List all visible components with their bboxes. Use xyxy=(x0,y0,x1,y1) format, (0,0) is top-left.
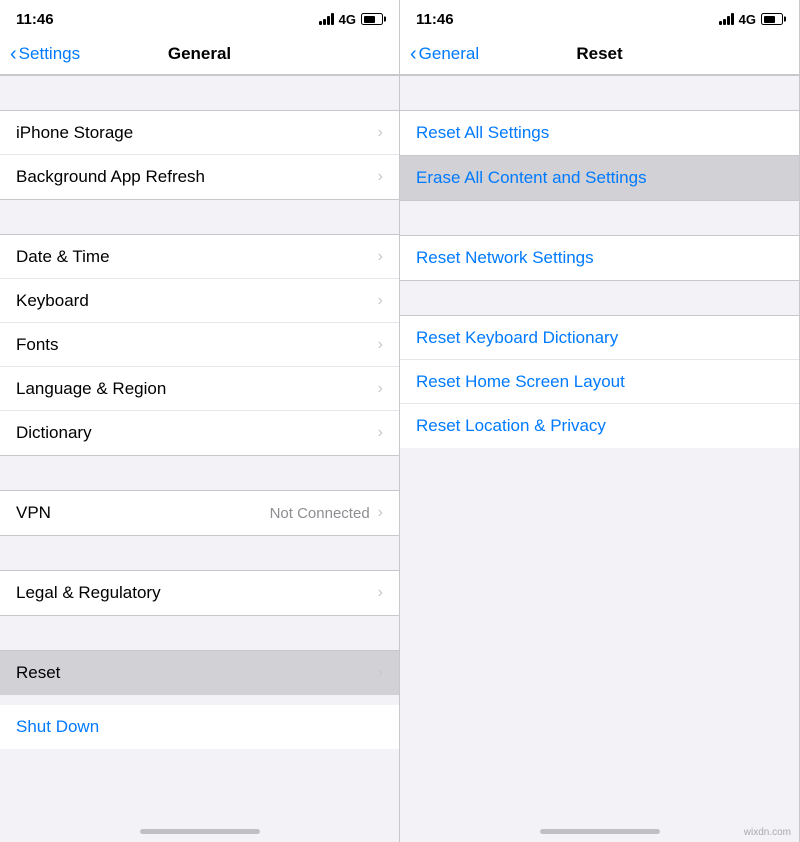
list-item-reset[interactable]: Reset › xyxy=(0,651,399,695)
reset-group-1: Reset All Settings xyxy=(400,111,799,155)
chevron-icon: › xyxy=(378,336,383,354)
home-indicator-right xyxy=(540,829,660,834)
shutdown-button[interactable]: Shut Down xyxy=(0,705,399,749)
reset-item-label: Reset All Settings xyxy=(416,123,549,143)
item-label: Language & Region xyxy=(16,379,166,399)
chevron-icon: › xyxy=(378,248,383,266)
list-item-vpn[interactable]: VPN Not Connected › xyxy=(0,491,399,535)
home-indicator-left xyxy=(140,829,260,834)
network-label-left: 4G xyxy=(339,12,356,27)
signal-icon-right xyxy=(719,13,734,25)
battery-icon-left xyxy=(361,13,383,25)
watermark: wixdn.com xyxy=(744,827,791,838)
chevron-icon: › xyxy=(378,380,383,398)
back-label-right: General xyxy=(419,44,479,64)
chevron-icon: › xyxy=(378,504,383,522)
item-label: Legal & Regulatory xyxy=(16,583,161,603)
back-button-right[interactable]: ‹ General xyxy=(410,44,479,64)
status-icons-left: 4G xyxy=(319,12,383,27)
page-title-left: General xyxy=(168,44,231,64)
reset-network-settings-button[interactable]: Reset Network Settings xyxy=(400,236,799,280)
item-label: Date & Time xyxy=(16,247,110,267)
chevron-icon: › xyxy=(378,124,383,142)
left-panel: 11:46 4G ‹ Settings General iPhone Stora… xyxy=(0,0,400,842)
list-group-reset: Reset › xyxy=(0,651,399,695)
list-group-4-left: Legal & Regulatory › xyxy=(0,571,399,615)
right-panel: 11:46 4G ‹ General Reset Reset All Setti… xyxy=(400,0,800,842)
nav-bar-left: ‹ Settings General xyxy=(0,36,399,75)
separator-2-left xyxy=(0,199,399,235)
list-item[interactable]: Date & Time › xyxy=(0,235,399,279)
back-button-left[interactable]: ‹ Settings xyxy=(10,44,80,64)
reset-location-privacy-button[interactable]: Reset Location & Privacy xyxy=(400,404,799,448)
separator-6-left xyxy=(0,695,399,705)
item-label: Dictionary xyxy=(16,423,92,443)
list-item-dictionary[interactable]: Dictionary › xyxy=(0,411,399,455)
chevron-icon: › xyxy=(378,424,383,442)
separator-top-left xyxy=(0,75,399,111)
list-group-1-left: iPhone Storage › Background App Refresh … xyxy=(0,111,399,199)
list-group-2-left: Date & Time › Keyboard › Fonts › Languag… xyxy=(0,235,399,455)
list-group-3-left: VPN Not Connected › xyxy=(0,491,399,535)
time-right: 11:46 xyxy=(416,11,454,28)
item-right: Not Connected › xyxy=(270,504,383,522)
item-label: Reset xyxy=(16,663,60,683)
nav-bar-right: ‹ General Reset xyxy=(400,36,799,75)
status-bar-left: 11:46 4G xyxy=(0,0,399,36)
list-item[interactable]: Keyboard › xyxy=(0,279,399,323)
network-label-right: 4G xyxy=(739,12,756,27)
reset-group-3: Reset Network Settings xyxy=(400,236,799,280)
reset-item-label: Reset Keyboard Dictionary xyxy=(416,328,618,348)
list-item-legal[interactable]: Legal & Regulatory › xyxy=(0,571,399,615)
item-label: Fonts xyxy=(16,335,59,355)
item-label: Background App Refresh xyxy=(16,167,205,187)
shutdown-label: Shut Down xyxy=(16,717,99,737)
item-right: › xyxy=(378,124,383,142)
reset-keyboard-dictionary-button[interactable]: Reset Keyboard Dictionary xyxy=(400,316,799,360)
chevron-icon: › xyxy=(378,664,383,682)
item-label: Keyboard xyxy=(16,291,89,311)
list-item[interactable]: Language & Region › xyxy=(0,367,399,411)
chevron-icon: › xyxy=(378,292,383,310)
list-item[interactable]: iPhone Storage › xyxy=(0,111,399,155)
back-label-left: Settings xyxy=(19,44,80,64)
battery-icon-right xyxy=(761,13,783,25)
separator-2-right xyxy=(400,200,799,236)
item-label: iPhone Storage xyxy=(16,123,133,143)
signal-icon-left xyxy=(319,13,334,25)
reset-item-label: Reset Location & Privacy xyxy=(416,416,606,436)
item-label: VPN xyxy=(16,503,51,523)
time-left: 11:46 xyxy=(16,11,54,28)
page-title-right: Reset xyxy=(576,44,622,64)
list-group-shutdown: Shut Down xyxy=(0,705,399,749)
reset-item-label: Reset Home Screen Layout xyxy=(416,372,625,392)
erase-all-content-button[interactable]: Erase All Content and Settings xyxy=(400,156,799,200)
status-bar-right: 11:46 4G xyxy=(400,0,799,36)
item-value: Not Connected xyxy=(270,505,370,522)
back-chevron-left: ‹ xyxy=(10,44,17,64)
back-chevron-right: ‹ xyxy=(410,44,417,64)
separator-5-left xyxy=(0,615,399,651)
list-item[interactable]: Fonts › xyxy=(0,323,399,367)
empty-area-right xyxy=(400,448,799,842)
reset-all-settings-button[interactable]: Reset All Settings xyxy=(400,111,799,155)
reset-group-4: Reset Keyboard Dictionary Reset Home Scr… xyxy=(400,316,799,448)
separator-3-right xyxy=(400,280,799,316)
item-right: › xyxy=(378,168,383,186)
chevron-icon: › xyxy=(378,168,383,186)
list-item[interactable]: Background App Refresh › xyxy=(0,155,399,199)
reset-home-screen-layout-button[interactable]: Reset Home Screen Layout xyxy=(400,360,799,404)
separator-3-left xyxy=(0,455,399,491)
reset-item-label: Reset Network Settings xyxy=(416,248,594,268)
separator-4-left xyxy=(0,535,399,571)
status-icons-right: 4G xyxy=(719,12,783,27)
reset-group-2: Erase All Content and Settings xyxy=(400,155,799,200)
separator-top-right xyxy=(400,75,799,111)
chevron-icon: › xyxy=(378,584,383,602)
reset-item-label: Erase All Content and Settings xyxy=(416,168,647,188)
